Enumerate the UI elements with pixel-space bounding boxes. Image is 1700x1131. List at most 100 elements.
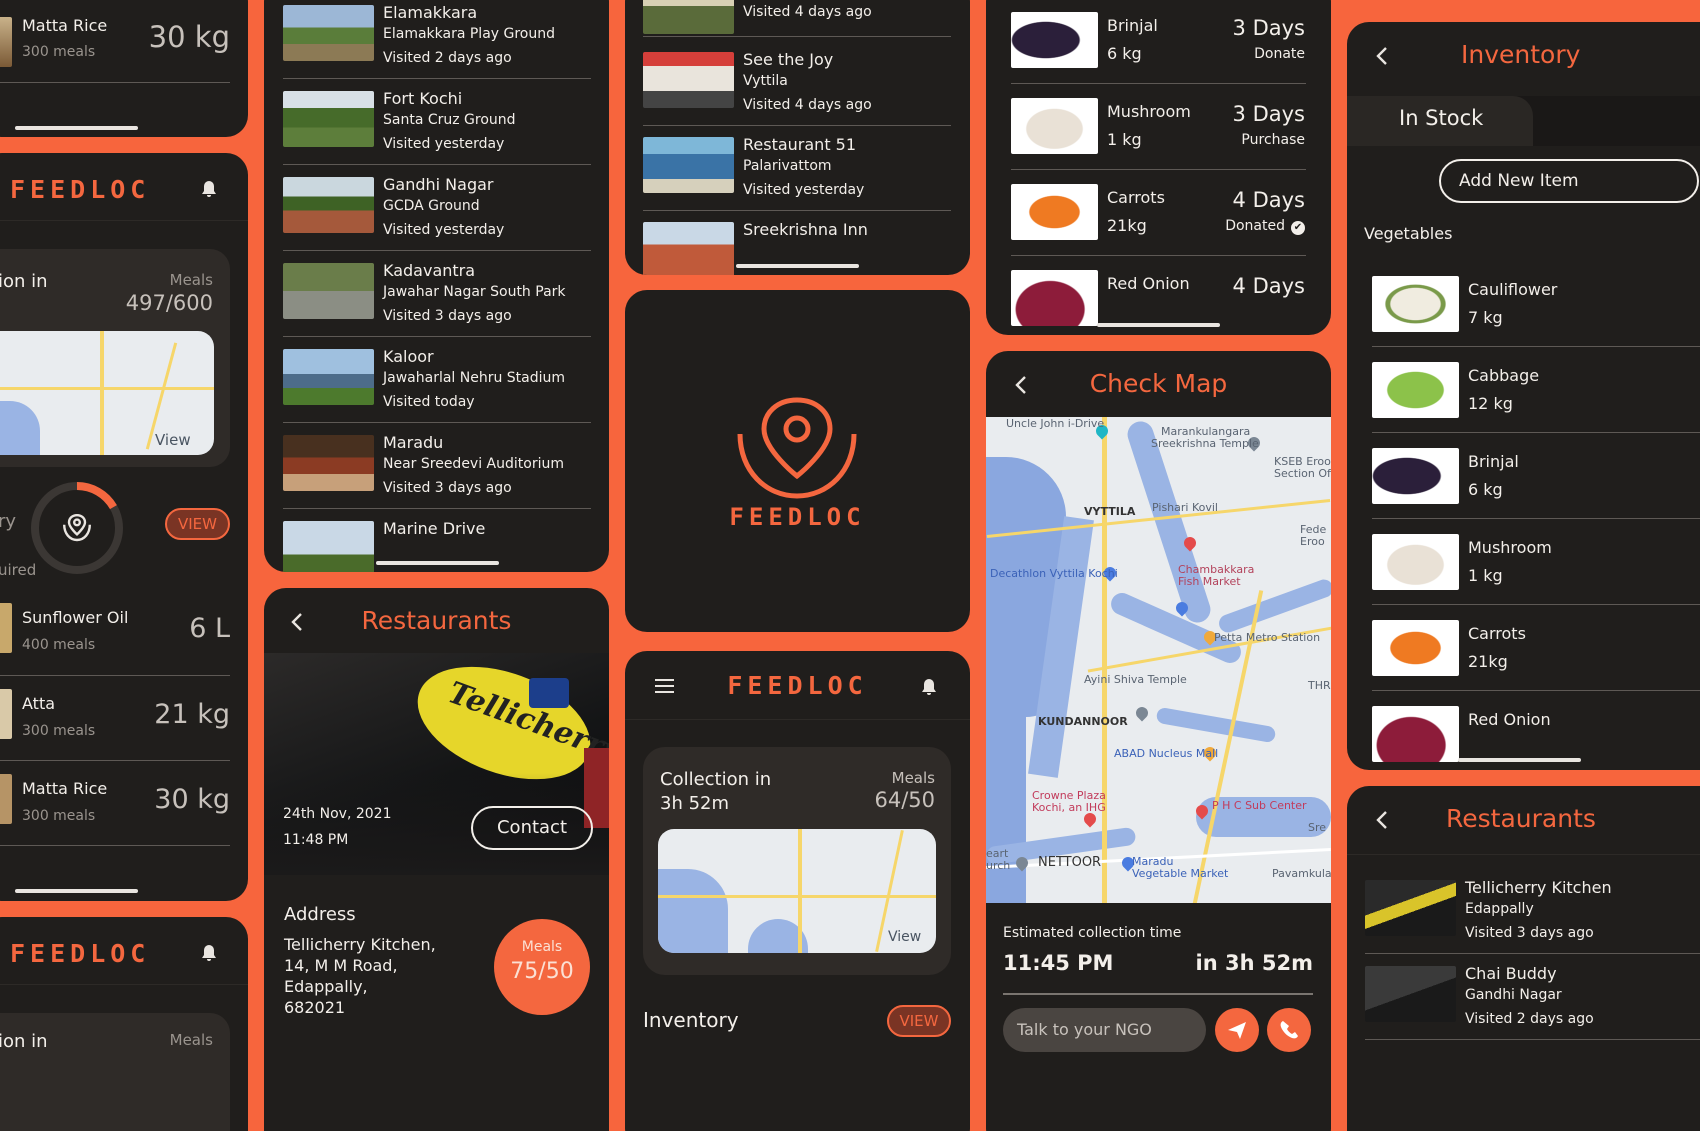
divider xyxy=(643,210,951,211)
call-button[interactable] xyxy=(1267,1008,1311,1052)
item-name: Brinjal xyxy=(1468,452,1519,471)
vegetable-photo xyxy=(1011,270,1098,326)
mini-map[interactable]: View xyxy=(0,331,214,455)
item-name: Carrots xyxy=(1468,624,1526,643)
add-new-item-button[interactable]: Add New Item xyxy=(1439,159,1699,203)
visit-time: Visited yesterday xyxy=(743,182,865,198)
address-label: Address xyxy=(284,904,356,925)
app-logo-text: FEEDLOC xyxy=(10,939,151,968)
map-view-label[interactable]: View xyxy=(888,929,921,945)
restaurant-title: Chai Buddy xyxy=(1465,964,1557,983)
item-action[interactable]: Donate xyxy=(1254,46,1305,62)
restaurants-list-card: Restaurants Tellicherry Kitchen Edappally… xyxy=(1347,786,1700,1131)
divider xyxy=(1365,1039,1700,1040)
address-block: Tellicherry Kitchen, 14, M M Road, Edapp… xyxy=(284,934,436,1018)
vegetable-photo xyxy=(1011,12,1098,68)
send-icon xyxy=(1228,1022,1246,1039)
divider xyxy=(1372,518,1700,519)
location-photo xyxy=(643,52,734,108)
item-name: Atta xyxy=(22,694,56,713)
item-name: Matta Rice xyxy=(22,779,108,798)
visit-date: 24th Nov, 2021 xyxy=(283,806,392,822)
map-label: Pavamkulan xyxy=(1272,867,1331,880)
vegetable-photo xyxy=(1372,620,1459,676)
location-subtitle: GCDA Ground xyxy=(383,198,480,214)
map-label: Section Offi xyxy=(1274,467,1331,480)
full-map[interactable]: Uncle John i-Drive Marankulangara Sreekr… xyxy=(986,417,1331,903)
meals-badge-label: Meals xyxy=(521,939,563,955)
map-label: Fish Market xyxy=(1178,575,1241,588)
visit-time: Visited yesterday xyxy=(383,136,505,152)
location-title: Marine Drive xyxy=(383,519,486,538)
location-subtitle: Elamakkara Play Ground xyxy=(383,26,556,42)
send-button[interactable] xyxy=(1215,1008,1259,1052)
contact-button[interactable]: Contact xyxy=(471,806,593,850)
divider xyxy=(1372,690,1700,691)
divider xyxy=(643,36,951,37)
view-button[interactable]: VIEW xyxy=(887,1005,951,1037)
talk-to-ngo-input[interactable]: Talk to your NGO xyxy=(1003,1008,1206,1052)
item-action[interactable]: Purchase xyxy=(1241,132,1305,148)
back-chevron-icon[interactable] xyxy=(1375,46,1389,66)
map-label: urch xyxy=(986,859,1011,872)
map-label: KUNDANNOOR xyxy=(1038,715,1128,728)
map-label: Sreekrishna Temple xyxy=(1151,437,1259,450)
item-qty: 21kg xyxy=(1468,652,1508,671)
restaurant-photo xyxy=(1365,880,1456,936)
item-name: Red Onion xyxy=(1468,710,1551,729)
divider xyxy=(643,125,951,126)
stock-list-card: Brinjal 6 kg 3 Days Donate Mushroom 1 kg 3 Day… xyxy=(986,0,1331,335)
location-photo xyxy=(283,91,374,147)
page-title: Restaurants xyxy=(1446,804,1596,833)
location-photo xyxy=(643,222,734,275)
item-qty: 1 kg xyxy=(1107,130,1142,149)
meals-label: Meals xyxy=(891,769,935,787)
item-name: Carrots xyxy=(1107,188,1165,207)
collection-label: Collection in xyxy=(660,769,772,790)
bell-icon[interactable] xyxy=(199,179,219,199)
bell-icon[interactable] xyxy=(919,677,939,697)
page-title: Inventory xyxy=(1461,40,1581,69)
home-indicator xyxy=(15,126,138,130)
meals-badge-value: 75/50 xyxy=(510,959,574,984)
view-button[interactable]: VIEW xyxy=(165,508,230,540)
vegetable-photo xyxy=(1372,276,1459,332)
address-line: Edappally, xyxy=(284,977,368,996)
item-qty: 7 kg xyxy=(1468,308,1503,327)
location-photo xyxy=(283,349,374,405)
divider xyxy=(283,422,591,423)
item-qty: 12 kg xyxy=(1468,394,1513,413)
meals-label: Meals xyxy=(169,1031,213,1049)
item-qty: 21 kg xyxy=(154,699,230,730)
vegetable-photo xyxy=(1372,448,1459,504)
location-subtitle: Vyttila xyxy=(743,73,788,89)
meals-badge: Meals 75/50 xyxy=(494,919,590,1015)
section-label: Vegetables xyxy=(1364,224,1453,243)
divider xyxy=(283,336,591,337)
home-screen-card: FEEDLOC ion in Meals 497/600 View ry uir… xyxy=(0,153,248,901)
back-chevron-icon[interactable] xyxy=(1375,810,1389,830)
days-remaining: 3 Days xyxy=(1232,16,1305,40)
map-label: NETTOOR xyxy=(1038,855,1102,870)
location-title: Kadavantra xyxy=(383,261,476,280)
mini-map[interactable]: View xyxy=(658,829,936,953)
bell-icon[interactable] xyxy=(199,943,219,963)
location-subtitle: Palarivattom xyxy=(743,158,832,174)
item-name: Sunflower Oil xyxy=(22,608,129,627)
splash-card: FEEDLOC xyxy=(625,290,970,632)
check-map-card: Check Map Uncle John i-Drive Marankulang… xyxy=(986,351,1331,1131)
map-view-label[interactable]: View xyxy=(155,431,191,449)
days-remaining: 3 Days xyxy=(1232,102,1305,126)
collection-label: ion in xyxy=(0,271,48,292)
item-name: Red Onion xyxy=(1107,274,1190,293)
item-name: Mushroom xyxy=(1468,538,1552,557)
item-action[interactable]: Donated xyxy=(1225,218,1285,234)
divider xyxy=(1011,83,1306,84)
location-title: Kaloor xyxy=(383,347,434,366)
restaurant-subtitle: Gandhi Nagar xyxy=(1465,987,1562,1003)
map-label: Sre xyxy=(1308,821,1327,834)
location-photo xyxy=(643,137,734,193)
inventory-card: Inventory In Stock Add New Item Vegetabl… xyxy=(1347,22,1700,770)
item-name: Matta Rice xyxy=(22,16,108,35)
top-item-card: Matta Rice 300 meals 30 kg xyxy=(0,0,248,137)
